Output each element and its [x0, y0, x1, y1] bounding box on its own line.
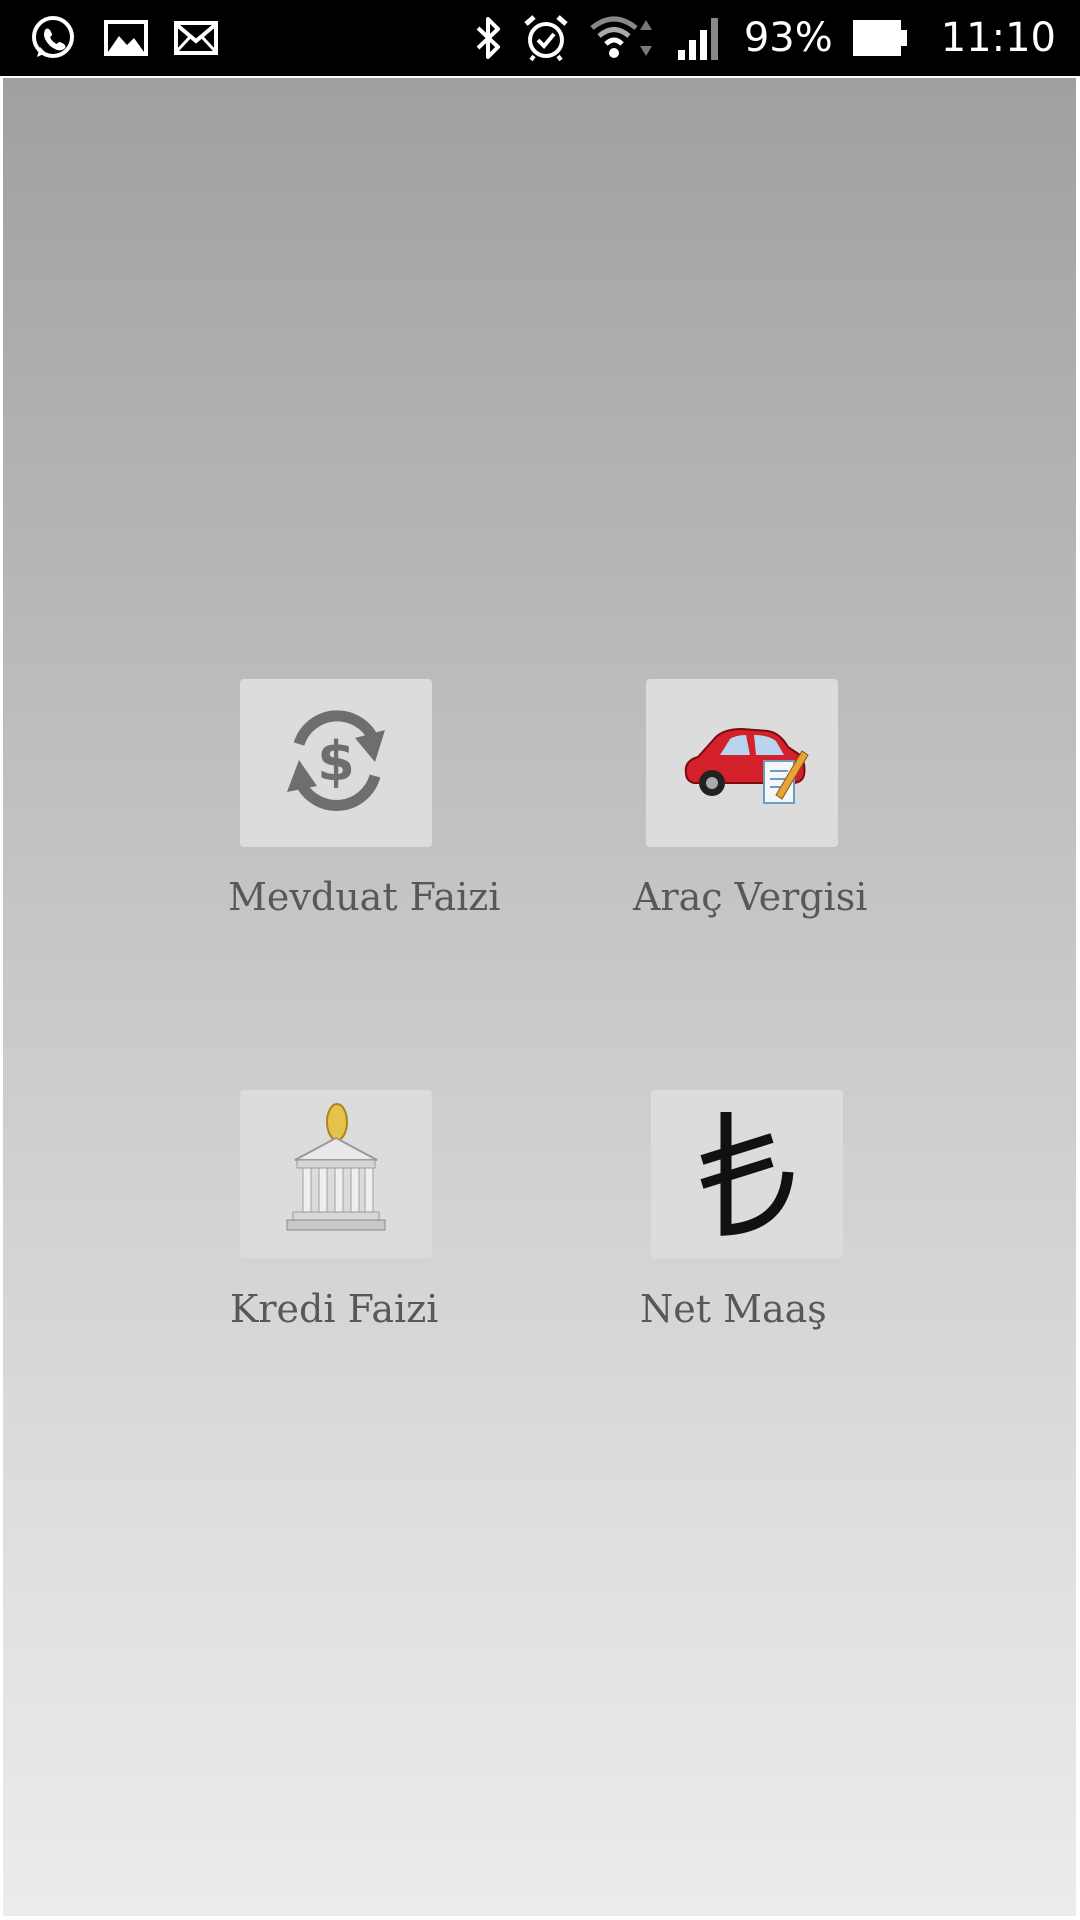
bank-icon — [281, 1102, 391, 1246]
net-salary-label[interactable]: Net Maaş — [640, 1287, 827, 1331]
menu-background: $ Mevduat Faizi Araç Vergisi Kredi Faizi… — [3, 78, 1076, 1916]
vehicle-tax-button[interactable] — [646, 679, 838, 847]
svg-text:$: $ — [317, 730, 355, 793]
currency-exchange-icon: $ — [271, 696, 401, 830]
system-icons: 93% 11:10 — [474, 0, 1056, 76]
deposit-interest-label[interactable]: Mevduat Faizi — [228, 875, 500, 919]
alarm-icon — [522, 14, 570, 62]
vehicle-tax-label[interactable]: Araç Vergisi — [633, 875, 867, 919]
loan-interest-button[interactable] — [240, 1090, 432, 1258]
whatsapp-icon — [28, 13, 78, 63]
loan-interest-label[interactable]: Kredi Faizi — [230, 1287, 438, 1331]
app-content: $ Mevduat Faizi Araç Vergisi Kredi Faizi… — [0, 76, 1080, 1920]
wifi-icon — [588, 14, 658, 62]
deposit-interest-button[interactable]: $ — [240, 679, 432, 847]
status-bar: 93% 11:10 — [0, 0, 1080, 76]
signal-icon — [676, 14, 722, 62]
battery-percent: 93% — [743, 15, 833, 61]
clock: 11:10 — [940, 15, 1056, 61]
mail-icon — [174, 21, 218, 55]
notification-icons — [28, 0, 218, 76]
car-icon — [672, 711, 812, 815]
turkish-lira-icon — [692, 1102, 802, 1246]
bluetooth-icon — [474, 15, 504, 61]
battery-icon — [851, 18, 909, 58]
gallery-icon — [104, 20, 148, 56]
net-salary-button[interactable] — [651, 1090, 843, 1258]
